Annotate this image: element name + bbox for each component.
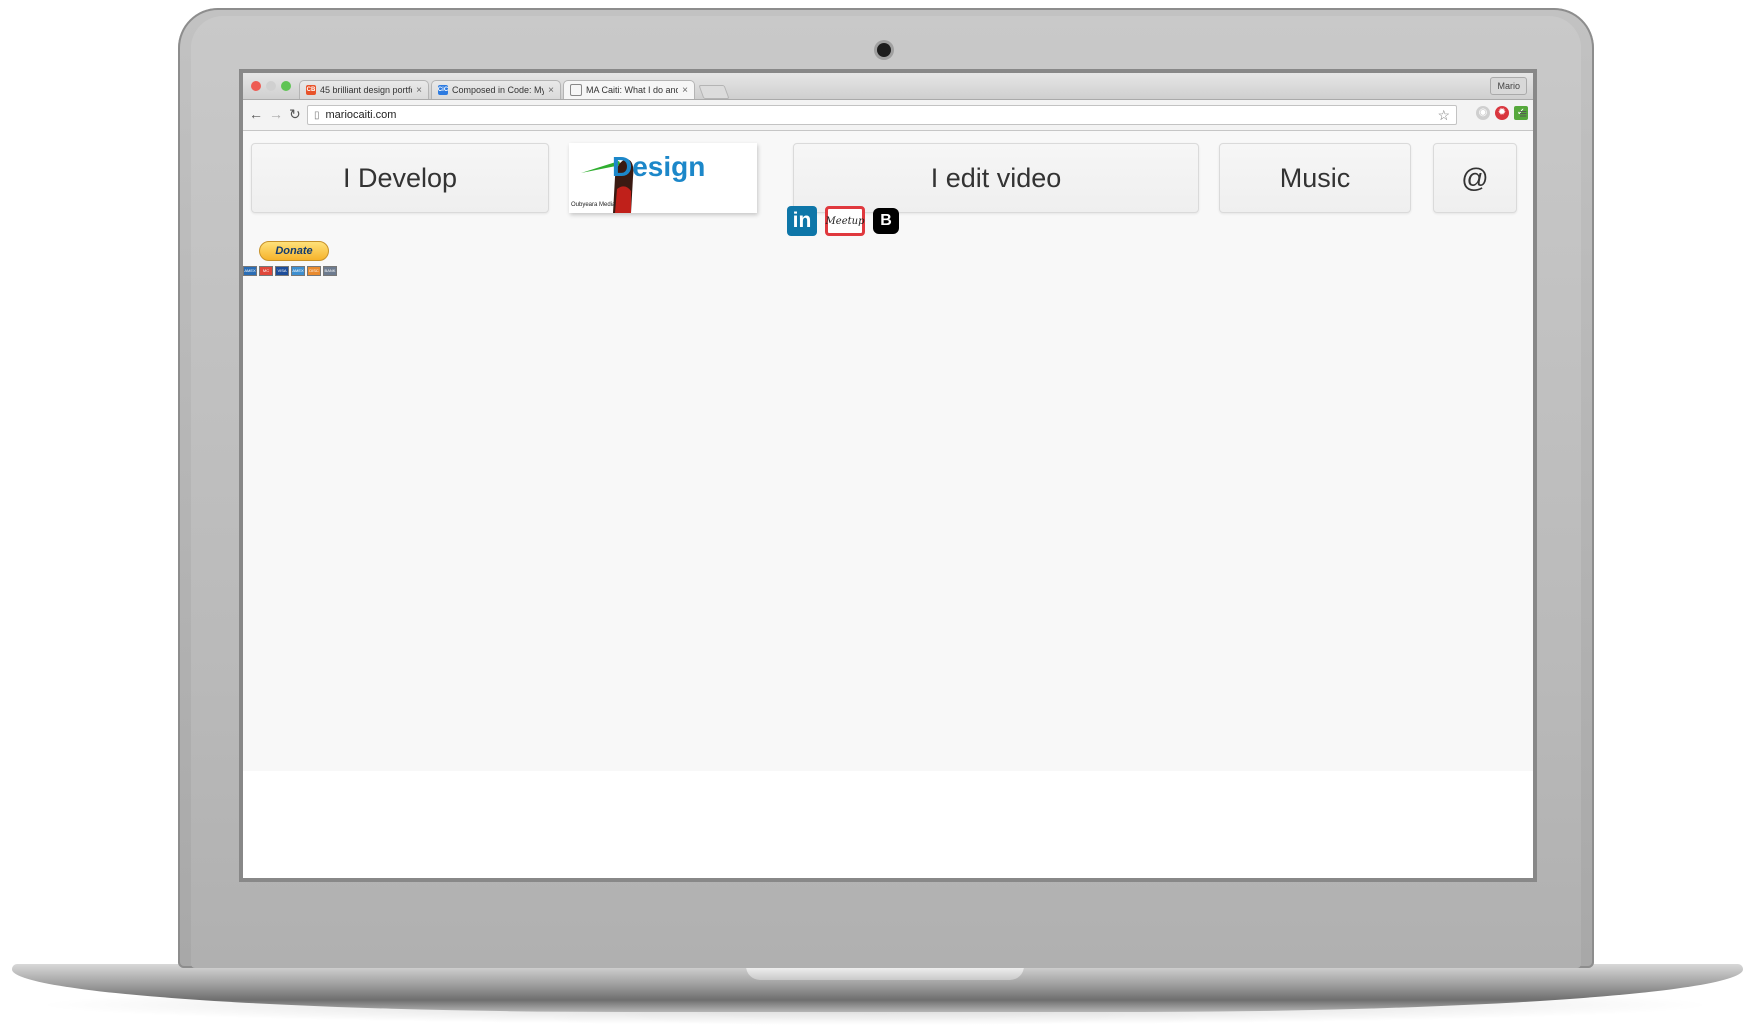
donate-button[interactable]: Donate: [259, 241, 329, 261]
tab-composed-in-code[interactable]: CiC Composed in Code: My UX ×: [431, 80, 561, 99]
tab-design-portfolios[interactable]: CB 45 brilliant design portfolio ×: [299, 80, 429, 99]
card-icon: AMEX: [291, 266, 305, 276]
card-icon: BANK: [323, 266, 337, 276]
new-tab-button[interactable]: [698, 85, 730, 99]
nav-video-button[interactable]: I edit video: [793, 143, 1199, 213]
blogger-icon[interactable]: B: [873, 208, 899, 234]
maximize-window-button[interactable]: [281, 81, 291, 91]
page-viewport: I Develop Design Oubyeara Media I edit v…: [243, 131, 1533, 771]
reload-icon[interactable]: ↻: [289, 107, 301, 121]
logo-design-text: Design: [612, 151, 706, 182]
logo-caption: Oubyeara Media: [571, 202, 616, 208]
browser-window: CB 45 brilliant design portfolio × CiC C…: [243, 73, 1533, 878]
bookmark-star-icon[interactable]: ☆: [1437, 107, 1450, 124]
close-icon[interactable]: ×: [548, 85, 554, 96]
close-window-button[interactable]: [251, 81, 261, 91]
tab-label: MA Caiti: What I do and W: [586, 85, 678, 95]
profile-button[interactable]: Mario: [1490, 77, 1527, 95]
back-arrow-icon[interactable]: ←: [249, 107, 263, 121]
extension-chat-icon[interactable]: ◉: [1476, 106, 1490, 120]
nav-contact-button[interactable]: @: [1433, 143, 1517, 213]
address-bar-url: mariocaiti.com: [325, 109, 397, 121]
linkedin-icon[interactable]: in: [787, 206, 817, 236]
card-icon: DISC: [307, 266, 321, 276]
nav-develop-button[interactable]: I Develop: [251, 143, 549, 213]
cb-icon: CB: [306, 85, 316, 95]
close-icon[interactable]: ×: [682, 85, 688, 96]
meetup-icon[interactable]: Meetup: [825, 206, 865, 236]
nav-music-button[interactable]: Music: [1219, 143, 1411, 213]
page-icon: [570, 84, 582, 96]
extension-bug-icon[interactable]: ✹: [1495, 106, 1509, 120]
page-footer-area: [243, 771, 1533, 878]
menu-icon[interactable]: ≡: [1519, 107, 1527, 121]
design-logo-button[interactable]: Design Oubyeara Media: [569, 143, 757, 213]
close-icon[interactable]: ×: [416, 85, 422, 96]
payment-cards: AMEX MC VISA AMEX DISC BANK: [243, 266, 337, 276]
tab-ma-caiti[interactable]: MA Caiti: What I do and W ×: [563, 80, 695, 99]
tab-label: Composed in Code: My UX: [452, 85, 544, 95]
card-icon: VISA: [275, 266, 289, 276]
minimize-window-button[interactable]: [266, 81, 276, 91]
laptop-notch: [746, 966, 1024, 980]
tab-strip: CB 45 brilliant design portfolio × CiC C…: [243, 73, 1533, 100]
card-icon: MC: [259, 266, 273, 276]
tab-label: 45 brilliant design portfolio: [320, 85, 412, 95]
card-icon: AMEX: [243, 266, 257, 276]
cic-icon: CiC: [437, 85, 449, 95]
address-bar[interactable]: ▯ mariocaiti.com ☆: [307, 105, 1457, 125]
browser-toolbar: ← → ↻ ▯ mariocaiti.com ☆ ◉ ✹ ✓ ≡: [243, 100, 1533, 131]
webcam-icon: [877, 43, 891, 57]
forward-arrow-icon[interactable]: →: [269, 107, 283, 121]
page-icon: ▯: [314, 109, 320, 121]
